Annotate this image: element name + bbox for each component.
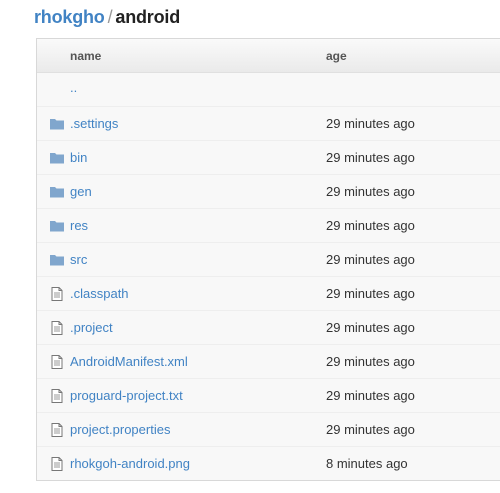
breadcrumb-repo-name: android [115, 7, 181, 27]
file-icon [49, 320, 65, 336]
file-age: 29 minutes ago [326, 150, 415, 165]
table-row: .project 29 minutes ago [37, 311, 500, 345]
table-row: proguard-project.txt 29 minutes ago [37, 379, 500, 413]
file-name-link[interactable]: proguard-project.txt [70, 388, 183, 403]
file-age: 29 minutes ago [326, 286, 415, 301]
file-icon [49, 286, 65, 302]
table-row: AndroidManifest.xml 29 minutes ago [37, 345, 500, 379]
file-name-link[interactable]: project.properties [70, 422, 170, 437]
file-age: 29 minutes ago [326, 116, 415, 131]
file-name-link[interactable]: rhokgoh-android.png [70, 456, 190, 471]
table-row: .settings 29 minutes ago [37, 107, 500, 141]
file-name-link[interactable]: AndroidManifest.xml [70, 354, 188, 369]
breadcrumb-separator: / [107, 7, 113, 27]
file-name-link[interactable]: gen [70, 184, 92, 199]
column-header-age: age [326, 49, 347, 63]
table-row: res 29 minutes ago [37, 209, 500, 243]
file-icon [49, 422, 65, 438]
folder-icon [49, 150, 65, 166]
file-table: name age .. .settings 29 minutes ago bin 29… [36, 38, 500, 481]
file-icon [49, 388, 65, 404]
file-age: 29 minutes ago [326, 388, 415, 403]
file-age: 29 minutes ago [326, 252, 415, 267]
file-age: 29 minutes ago [326, 184, 415, 199]
folder-icon [49, 116, 65, 132]
file-age: 29 minutes ago [326, 320, 415, 335]
file-icon [49, 354, 65, 370]
table-row: gen 29 minutes ago [37, 175, 500, 209]
file-name-link[interactable]: src [70, 252, 87, 267]
table-row: project.properties 29 minutes ago [37, 413, 500, 447]
file-age: 29 minutes ago [326, 422, 415, 437]
table-row: bin 29 minutes ago [37, 141, 500, 175]
file-name-link[interactable]: .classpath [70, 286, 129, 301]
table-row: .classpath 29 minutes ago [37, 277, 500, 311]
folder-icon [49, 218, 65, 234]
file-age: 8 minutes ago [326, 456, 408, 471]
file-name-link[interactable]: .project [70, 320, 113, 335]
table-header: name age [37, 39, 500, 73]
parent-directory-link[interactable]: .. [70, 80, 77, 95]
folder-icon [49, 184, 65, 200]
file-age: 29 minutes ago [326, 354, 415, 369]
breadcrumb-owner-link[interactable]: rhokgho [34, 7, 105, 27]
table-row: src 29 minutes ago [37, 243, 500, 277]
table-row: rhokgoh-android.png 8 minutes ago [37, 447, 500, 480]
folder-icon [49, 252, 65, 268]
file-name-link[interactable]: bin [70, 150, 87, 165]
file-icon [49, 456, 65, 472]
file-name-link[interactable]: .settings [70, 116, 118, 131]
column-header-name: name [70, 49, 102, 63]
breadcrumb: rhokgho / android [34, 7, 180, 28]
file-name-link[interactable]: res [70, 218, 88, 233]
parent-directory-row: .. [37, 73, 500, 107]
file-age: 29 minutes ago [326, 218, 415, 233]
